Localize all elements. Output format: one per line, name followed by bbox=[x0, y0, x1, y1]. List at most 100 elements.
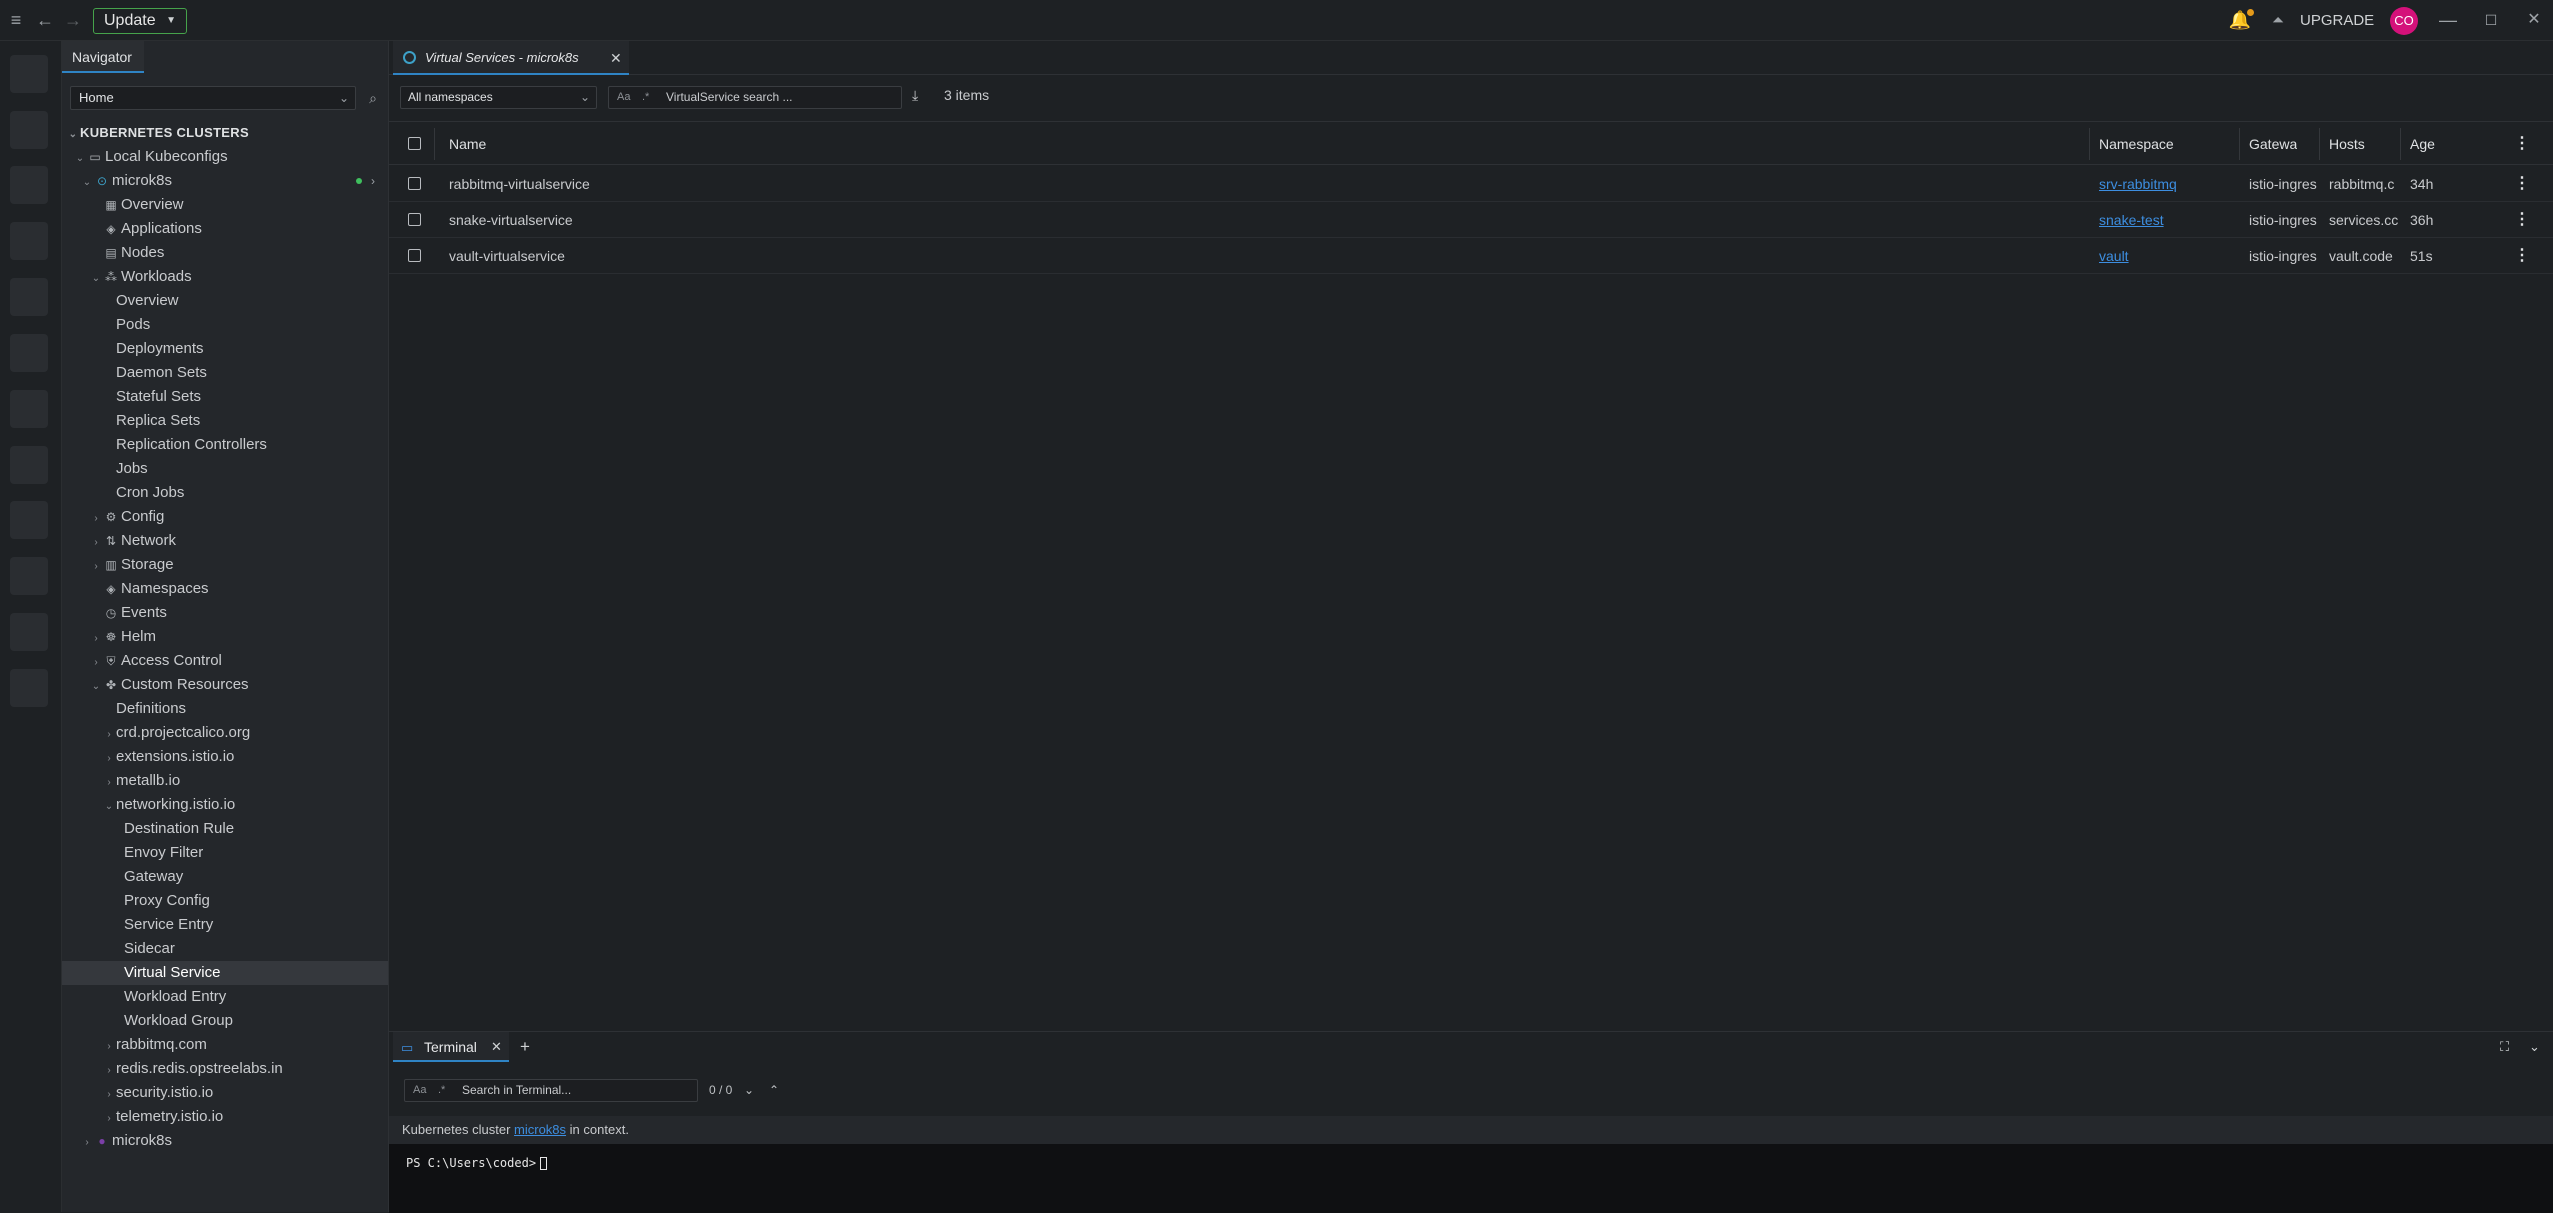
hotbar-slot[interactable] bbox=[10, 278, 48, 316]
column-header-namespace[interactable]: Namespace bbox=[2099, 122, 2174, 166]
tab-terminal[interactable]: ▭ Terminal ✕ bbox=[393, 1032, 509, 1062]
select-all-checkbox[interactable] bbox=[408, 137, 421, 150]
sidebar-item-jobs[interactable]: Jobs bbox=[62, 457, 388, 481]
namespace-select[interactable]: All namespaces ⌄ bbox=[400, 86, 597, 109]
row-namespace-link[interactable]: vault bbox=[2099, 238, 2129, 274]
update-button[interactable]: Update ▼ bbox=[93, 8, 187, 34]
sidebar-item-envoy-filter[interactable]: Envoy Filter bbox=[62, 841, 388, 865]
hotbar-slot[interactable] bbox=[10, 446, 48, 484]
column-menu-icon[interactable]: ⋮ bbox=[2514, 126, 2530, 162]
sidebar-item-storage[interactable]: › ▥ Storage bbox=[62, 553, 388, 577]
column-header-gateways[interactable]: Gatewa bbox=[2249, 122, 2297, 166]
sidebar-item-rabbitmq[interactable]: › rabbitmq.com bbox=[62, 1033, 388, 1057]
chevron-down-icon[interactable]: ⌄ bbox=[2529, 1032, 2540, 1062]
add-terminal-icon[interactable]: + bbox=[520, 1032, 530, 1062]
tab-virtual-services[interactable]: Virtual Services - microk8s ✕ bbox=[393, 41, 629, 75]
sidebar-item-gateway[interactable]: Gateway bbox=[62, 865, 388, 889]
hotbar-slot[interactable] bbox=[10, 334, 48, 372]
regex-icon[interactable]: .* bbox=[642, 87, 649, 108]
sidebar-item-namespaces[interactable]: ◈ Namespaces bbox=[62, 577, 388, 601]
sidebar-item-destination-rule[interactable]: Destination Rule bbox=[62, 817, 388, 841]
terminal-output[interactable]: PS C:\Users\coded> bbox=[389, 1144, 2553, 1213]
sidebar-item-proxy-config[interactable]: Proxy Config bbox=[62, 889, 388, 913]
row-menu-icon[interactable]: ⋮ bbox=[2514, 238, 2530, 274]
column-header-name[interactable]: Name bbox=[449, 122, 486, 166]
match-case-icon[interactable]: Aa bbox=[617, 87, 630, 108]
sidebar-item-helm[interactable]: › ☸ Helm bbox=[62, 625, 388, 649]
terminal-search-input[interactable]: Aa .* Search in Terminal... bbox=[404, 1079, 698, 1102]
row-namespace-link[interactable]: srv-rabbitmq bbox=[2099, 166, 2177, 202]
row-checkbox[interactable] bbox=[408, 213, 421, 226]
regex-icon[interactable]: .* bbox=[438, 1080, 445, 1101]
download-icon[interactable]: ⤓ bbox=[912, 87, 918, 104]
sidebar-item-redis[interactable]: › redis.redis.opstreelabs.in bbox=[62, 1057, 388, 1081]
sidebar-item-cluster-2[interactable]: › ● microk8s bbox=[62, 1129, 388, 1153]
table-row[interactable]: snake-virtualservice snake-test istio-in… bbox=[389, 202, 2553, 238]
sidebar-item-workloads[interactable]: ⌄ ⁂ Workloads bbox=[62, 265, 388, 289]
sidebar-item-workload-group[interactable]: Workload Group bbox=[62, 1009, 388, 1033]
sidebar-item-metallb[interactable]: › metallb.io bbox=[62, 769, 388, 793]
close-icon[interactable]: ✕ bbox=[491, 1032, 502, 1062]
hotbar-slot[interactable] bbox=[10, 669, 48, 707]
search-icon[interactable]: ⌕ bbox=[362, 87, 384, 109]
minimize-icon[interactable]: — bbox=[2436, 8, 2460, 32]
avatar[interactable]: CO bbox=[2390, 7, 2418, 35]
row-checkbox[interactable] bbox=[408, 177, 421, 190]
sidebar-item-nodes[interactable]: ▤ Nodes bbox=[62, 241, 388, 265]
section-kubernetes-clusters[interactable]: ⌄ KUBERNETES CLUSTERS bbox=[62, 121, 388, 145]
table-row[interactable]: vault-virtualservice vault istio-ingres … bbox=[389, 238, 2553, 274]
hotbar-slot[interactable] bbox=[10, 557, 48, 595]
match-case-icon[interactable]: Aa bbox=[413, 1080, 426, 1101]
hotbar-slot[interactable] bbox=[10, 390, 48, 428]
sidebar-item-local-kubeconfigs[interactable]: ⌄ ▭ Local Kubeconfigs bbox=[62, 145, 388, 169]
table-row[interactable]: rabbitmq-virtualservice srv-rabbitmq ist… bbox=[389, 166, 2553, 202]
chevron-up-icon[interactable]: ⌃ bbox=[769, 1083, 779, 1097]
sidebar-item-access-control[interactable]: › ⛨ Access Control bbox=[62, 649, 388, 673]
hotbar-slot[interactable] bbox=[10, 222, 48, 260]
row-checkbox[interactable] bbox=[408, 249, 421, 262]
sidebar-item-events[interactable]: ◷ Events bbox=[62, 601, 388, 625]
sidebar-item-workloads-overview[interactable]: Overview bbox=[62, 289, 388, 313]
sidebar-item-replication-controllers[interactable]: Replication Controllers bbox=[62, 433, 388, 457]
sidebar-item-custom-resources[interactable]: ⌄ ✤ Custom Resources bbox=[62, 673, 388, 697]
context-cluster-link[interactable]: microk8s bbox=[514, 1122, 566, 1137]
chevron-right-icon[interactable]: › bbox=[371, 169, 375, 193]
tab-navigator[interactable]: Navigator bbox=[62, 41, 144, 73]
hotbar-slot[interactable] bbox=[10, 166, 48, 204]
hotbar-slot[interactable] bbox=[10, 501, 48, 539]
sidebar-item-cluster[interactable]: ⌄ ⊙ microk8s › bbox=[62, 169, 388, 193]
sidebar-item-security-istio[interactable]: › security.istio.io bbox=[62, 1081, 388, 1105]
sidebar-item-sidecar[interactable]: Sidecar bbox=[62, 937, 388, 961]
sidebar-item-workload-entry[interactable]: Workload Entry bbox=[62, 985, 388, 1009]
fullscreen-icon[interactable]: ⛶ bbox=[2500, 1032, 2509, 1062]
sidebar-item-service-entry[interactable]: Service Entry bbox=[62, 913, 388, 937]
sidebar-item-definitions[interactable]: Definitions bbox=[62, 697, 388, 721]
hotbar-slot[interactable] bbox=[10, 55, 48, 93]
sidebar-item-applications[interactable]: ◈ Applications bbox=[62, 217, 388, 241]
sidebar-item-telemetry-istio[interactable]: › telemetry.istio.io bbox=[62, 1105, 388, 1129]
row-namespace-link[interactable]: snake-test bbox=[2099, 202, 2164, 238]
sidebar-item-stateful-sets[interactable]: Stateful Sets bbox=[62, 385, 388, 409]
sidebar-item-pods[interactable]: Pods bbox=[62, 313, 388, 337]
maximize-icon[interactable]: ☐ bbox=[2479, 8, 2503, 32]
chevron-down-icon[interactable]: ⌄ bbox=[744, 1083, 754, 1097]
sidebar-item-config[interactable]: › ⚙ Config bbox=[62, 505, 388, 529]
sidebar-item-crd-projectcalico[interactable]: › crd.projectcalico.org bbox=[62, 721, 388, 745]
hotbar-slot[interactable] bbox=[10, 111, 48, 149]
close-icon[interactable]: ✕ bbox=[610, 41, 622, 75]
home-select[interactable]: Home ⌄ bbox=[70, 86, 356, 110]
sidebar-item-virtual-service[interactable]: Virtual Service bbox=[62, 961, 388, 985]
sidebar-item-daemon-sets[interactable]: Daemon Sets bbox=[62, 361, 388, 385]
close-window-icon[interactable]: ✕ bbox=[2522, 8, 2546, 32]
sidebar-item-overview[interactable]: ▦ Overview bbox=[62, 193, 388, 217]
column-header-age[interactable]: Age bbox=[2410, 122, 2435, 166]
row-menu-icon[interactable]: ⋮ bbox=[2514, 166, 2530, 202]
sidebar-item-network[interactable]: › ⇅ Network bbox=[62, 529, 388, 553]
row-menu-icon[interactable]: ⋮ bbox=[2514, 202, 2530, 238]
column-header-hosts[interactable]: Hosts bbox=[2329, 122, 2365, 166]
search-input[interactable]: Aa .* VirtualService search ... bbox=[608, 86, 902, 109]
hotbar-slot[interactable] bbox=[10, 613, 48, 651]
sidebar-item-extensions-istio[interactable]: › extensions.istio.io bbox=[62, 745, 388, 769]
sidebar-item-replica-sets[interactable]: Replica Sets bbox=[62, 409, 388, 433]
forward-arrow-icon[interactable]: → bbox=[61, 8, 85, 32]
